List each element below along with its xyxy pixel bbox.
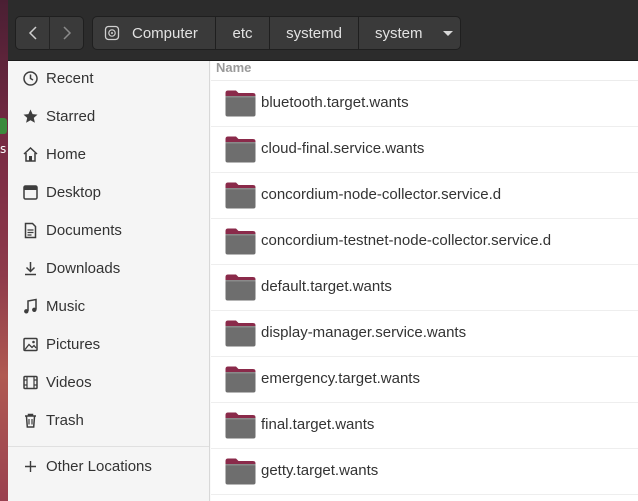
sidebar-item-pictures[interactable]: Pictures — [8, 325, 209, 363]
breadcrumb-label: etc — [232, 24, 253, 42]
file-list-view: Name bluetooth.target.wants cloud-final.s… — [211, 61, 638, 501]
sidebar-item-label: Other Locations — [46, 457, 152, 475]
desktop-icon-text: s — [0, 142, 7, 156]
folder-icon — [224, 134, 257, 164]
breadcrumb-computer[interactable]: Computer — [92, 16, 216, 50]
file-name: default.target.wants — [261, 278, 392, 295]
picture-icon — [21, 335, 39, 353]
sidebar-item-starred[interactable]: Starred — [8, 97, 209, 135]
sidebar-item-desktop[interactable]: Desktop — [8, 173, 209, 211]
sidebar-item-documents[interactable]: Documents — [8, 211, 209, 249]
file-name: bluetooth.target.wants — [261, 94, 409, 111]
chevron-right-icon — [62, 26, 71, 40]
sidebar-item-trash[interactable]: Trash — [8, 401, 209, 439]
file-name: concordium-testnet-node-collector.servic… — [261, 232, 552, 249]
places-sidebar: Recent Starred Home Desktop Documents Do… — [8, 61, 210, 501]
file-name: cloud-final.service.wants — [261, 140, 425, 157]
sidebar-item-label: Downloads — [46, 259, 121, 277]
sidebar-item-label: Videos — [46, 373, 92, 391]
drive-icon — [104, 25, 120, 41]
folder-icon — [224, 364, 257, 394]
sidebar-item-label: Recent — [46, 69, 94, 87]
video-icon — [21, 373, 39, 391]
sidebar-item-other-locations[interactable]: Other Locations — [8, 447, 209, 485]
clock-icon — [21, 69, 39, 87]
sidebar-item-music[interactable]: Music — [8, 287, 209, 325]
file-row[interactable]: bluetooth.target.wants — [211, 81, 638, 127]
download-icon — [21, 259, 39, 277]
file-row[interactable]: getty.target.wants — [211, 449, 638, 495]
file-row[interactable]: concordium-node-collector.service.d — [211, 173, 638, 219]
folder-icon — [224, 88, 257, 118]
sidebar-item-label: Home — [46, 145, 87, 163]
folder-icon — [224, 272, 257, 302]
back-button[interactable] — [15, 16, 50, 50]
breadcrumb-label: systemd — [286, 24, 342, 42]
plus-icon — [21, 457, 39, 475]
desktop-icon — [21, 183, 39, 201]
breadcrumb-label: Computer — [132, 24, 198, 42]
star-icon — [21, 107, 39, 125]
breadcrumb-systemd[interactable]: systemd — [269, 16, 359, 50]
folder-icon — [224, 456, 257, 486]
file-name: emergency.target.wants — [261, 370, 420, 387]
file-row[interactable]: cloud-final.service.wants — [211, 127, 638, 173]
chevron-left-icon — [28, 26, 37, 40]
header-bar: Computer etc systemd system — [8, 0, 638, 61]
sidebar-item-label: Documents — [46, 221, 122, 239]
file-name: final.target.wants — [261, 416, 375, 433]
file-name: concordium-node-collector.service.d — [261, 186, 502, 203]
sidebar-item-label: Pictures — [46, 335, 101, 353]
file-name: getty.target.wants — [261, 462, 379, 479]
file-row[interactable]: default.target.wants — [211, 265, 638, 311]
folder-icon — [224, 410, 257, 440]
folder-icon — [224, 180, 257, 210]
sidebar-item-recent[interactable]: Recent — [8, 59, 209, 97]
file-manager-window: Computer etc systemd system Recent Starr… — [8, 0, 638, 501]
folder-icon — [224, 318, 257, 348]
desktop-app-icon[interactable] — [0, 118, 7, 134]
caret-down-icon[interactable] — [442, 30, 453, 36]
breadcrumb-system[interactable]: system — [358, 16, 461, 50]
document-icon — [21, 221, 39, 239]
sidebar-item-home[interactable]: Home — [8, 135, 209, 173]
file-row[interactable]: final.target.wants — [211, 403, 638, 449]
sidebar-item-downloads[interactable]: Downloads — [8, 249, 209, 287]
breadcrumb-etc[interactable]: etc — [215, 16, 270, 50]
music-icon — [21, 297, 39, 315]
column-header-name[interactable]: Name — [211, 61, 638, 81]
file-name: display-manager.service.wants — [261, 324, 467, 341]
file-row[interactable]: display-manager.service.wants — [211, 311, 638, 357]
home-icon — [21, 145, 39, 163]
sidebar-item-label: Trash — [46, 411, 84, 429]
file-row[interactable]: emergency.target.wants — [211, 357, 638, 403]
sidebar-item-label: Desktop — [46, 183, 102, 201]
breadcrumb-label: system — [375, 24, 423, 42]
file-row[interactable]: concordium-testnet-node-collector.servic… — [211, 219, 638, 265]
forward-button[interactable] — [49, 16, 84, 50]
sidebar-item-label: Music — [46, 297, 86, 315]
folder-icon — [224, 226, 257, 256]
trash-icon — [21, 411, 39, 429]
sidebar-item-videos[interactable]: Videos — [8, 363, 209, 401]
sidebar-item-label: Starred — [46, 107, 96, 125]
